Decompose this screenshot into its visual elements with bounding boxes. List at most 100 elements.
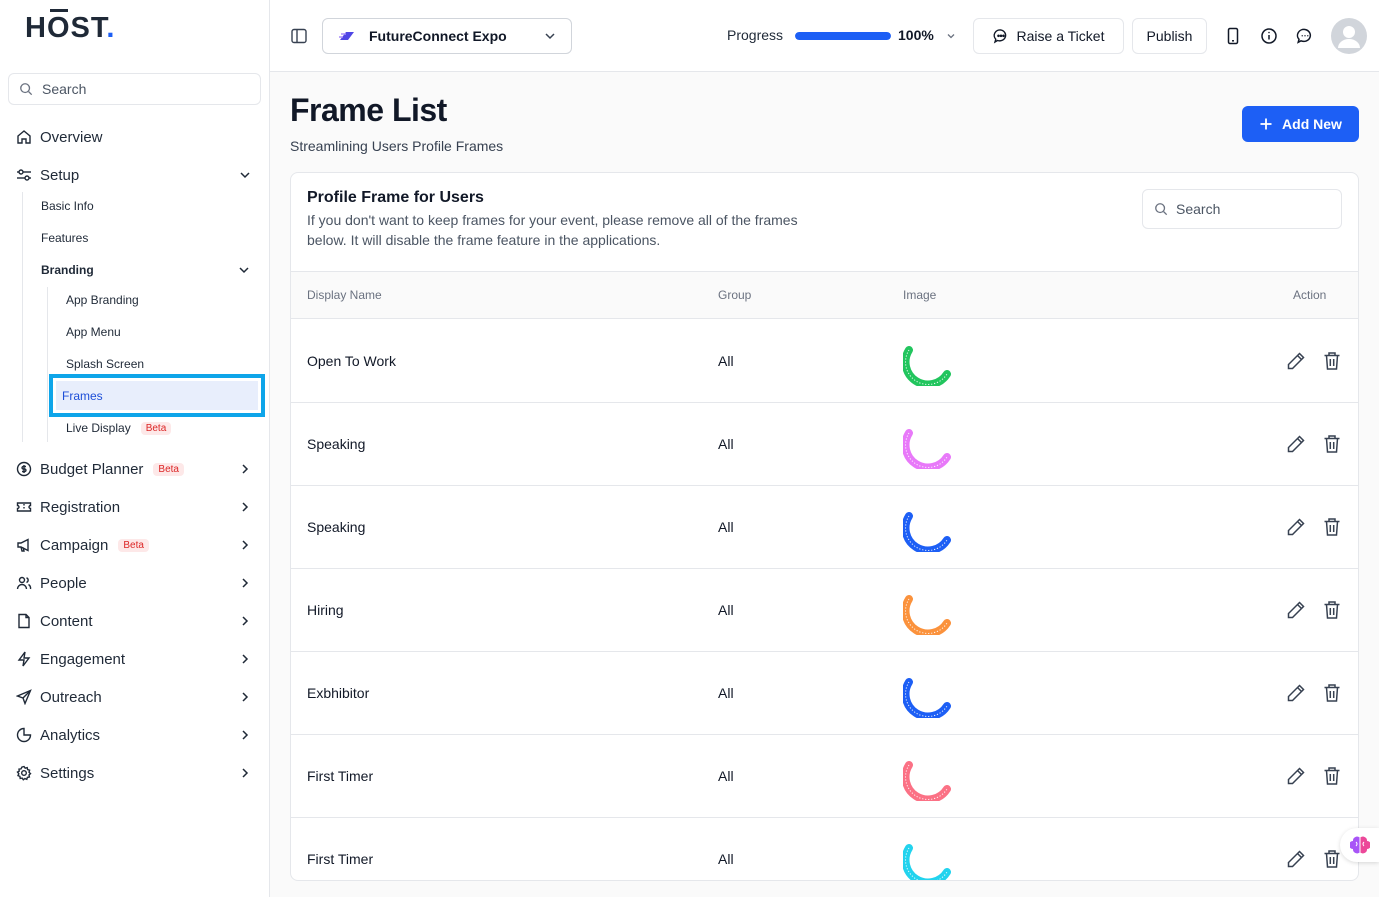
chat-bubble-icon bbox=[993, 29, 1006, 44]
sidebar-toggle-icon[interactable] bbox=[290, 27, 308, 45]
sidebar-item-outreach[interactable]: Outreach bbox=[16, 685, 256, 709]
send-icon bbox=[16, 689, 32, 705]
sidebar-item-label: Settings bbox=[40, 764, 95, 782]
frame-thumbnail-icon[interactable] bbox=[903, 674, 951, 718]
info-icon[interactable] bbox=[1260, 27, 1278, 45]
trash-icon[interactable] bbox=[1323, 766, 1341, 786]
row-display-name: Speaking bbox=[307, 436, 366, 452]
sidebar-item-setup[interactable]: Setup bbox=[16, 163, 256, 187]
progress-dropdown-chevron-icon[interactable] bbox=[945, 30, 957, 42]
sidebar-item-live-display[interactable]: Live Display Beta bbox=[66, 418, 172, 438]
chevron-right-icon bbox=[242, 464, 249, 474]
mobile-preview-icon[interactable] bbox=[1224, 27, 1242, 45]
chevron-right-icon bbox=[242, 768, 249, 778]
messages-icon[interactable] bbox=[1296, 27, 1314, 45]
progress-value: 100% bbox=[898, 27, 934, 43]
sidebar-search-input[interactable] bbox=[42, 81, 242, 97]
row-group: All bbox=[718, 685, 734, 701]
edit-pencil-icon[interactable] bbox=[1286, 517, 1306, 537]
chevron-down-icon bbox=[240, 172, 250, 179]
ai-assistant-button[interactable] bbox=[1340, 828, 1379, 862]
sidebar-item-splash-screen[interactable]: Splash Screen bbox=[66, 354, 144, 374]
row-group: All bbox=[718, 602, 734, 618]
home-icon bbox=[17, 130, 31, 144]
column-header-display-name[interactable]: Display Name bbox=[307, 288, 382, 302]
raise-ticket-button[interactable]: Raise a Ticket bbox=[973, 18, 1124, 54]
event-selector[interactable]: FutureConnect Expo bbox=[322, 18, 572, 54]
page-title: Frame List bbox=[290, 92, 447, 128]
table-row: Exbhibitor All bbox=[291, 652, 1358, 735]
frame-thumbnail-icon[interactable] bbox=[903, 757, 951, 801]
trash-icon[interactable] bbox=[1323, 434, 1341, 454]
table-row: First Timer All bbox=[291, 735, 1358, 818]
chevron-right-icon bbox=[242, 616, 249, 626]
table-row: Open To Work All bbox=[291, 320, 1358, 403]
column-header-group[interactable]: Group bbox=[718, 288, 751, 302]
sidebar-item-app-menu[interactable]: App Menu bbox=[66, 322, 121, 342]
megaphone-icon bbox=[17, 538, 29, 552]
row-group: All bbox=[718, 851, 734, 867]
avatar[interactable] bbox=[1331, 18, 1367, 54]
frame-thumbnail-icon[interactable] bbox=[903, 342, 951, 386]
logo-text: HOST bbox=[25, 9, 107, 44]
sidebar-item-frames[interactable]: Frames bbox=[49, 374, 265, 417]
sidebar-item-campaign[interactable]: Campaign Beta bbox=[16, 533, 256, 557]
row-group: All bbox=[718, 768, 734, 784]
document-icon bbox=[18, 613, 30, 629]
sidebar-item-app-branding[interactable]: App Branding bbox=[66, 290, 139, 310]
frame-thumbnail-icon[interactable] bbox=[903, 591, 951, 635]
edit-pencil-icon[interactable] bbox=[1286, 434, 1306, 454]
row-group: All bbox=[718, 519, 734, 535]
branding-tree-line bbox=[47, 287, 48, 442]
sidebar-item-branding[interactable]: Branding bbox=[41, 260, 255, 280]
row-display-name: Open To Work bbox=[307, 353, 396, 369]
column-header-action: Action bbox=[1293, 288, 1327, 302]
event-name: FutureConnect Expo bbox=[369, 28, 507, 44]
chevron-right-icon bbox=[242, 578, 249, 588]
chevron-right-icon bbox=[242, 540, 249, 550]
sidebar-item-settings[interactable]: Settings bbox=[16, 761, 256, 785]
user-avatar-icon bbox=[1338, 26, 1360, 48]
frame-thumbnail-icon[interactable] bbox=[903, 840, 951, 881]
sidebar-item-overview[interactable]: Overview bbox=[16, 125, 256, 149]
publish-label: Publish bbox=[1146, 28, 1193, 44]
trash-icon[interactable] bbox=[1323, 683, 1341, 703]
frame-thumbnail-icon[interactable] bbox=[903, 508, 951, 552]
top-bar: FutureConnect Expo Progress 100% Raise a… bbox=[270, 0, 1379, 72]
sidebar-item-engagement[interactable]: Engagement bbox=[16, 647, 256, 671]
host-logo[interactable]: HOST. bbox=[25, 9, 115, 45]
sidebar-item-analytics[interactable]: Analytics bbox=[16, 723, 256, 747]
edit-pencil-icon[interactable] bbox=[1286, 849, 1306, 869]
beta-badge: Beta bbox=[118, 538, 149, 552]
sidebar-item-content[interactable]: Content bbox=[16, 609, 256, 633]
sidebar-item-label: Registration bbox=[40, 498, 121, 516]
sidebar-item-label: Branding bbox=[41, 263, 94, 277]
lightning-icon bbox=[17, 651, 31, 667]
sidebar-item-features[interactable]: Features bbox=[41, 228, 88, 248]
sidebar-search bbox=[8, 73, 261, 105]
sidebar-item-label: Campaign bbox=[40, 536, 109, 554]
trash-icon[interactable] bbox=[1323, 351, 1341, 371]
row-group: All bbox=[718, 436, 734, 452]
frame-search-input[interactable] bbox=[1176, 201, 1336, 217]
edit-pencil-icon[interactable] bbox=[1286, 600, 1306, 620]
frame-search bbox=[1142, 189, 1342, 229]
add-new-button[interactable]: Add New bbox=[1242, 106, 1359, 142]
edit-pencil-icon[interactable] bbox=[1286, 351, 1306, 371]
sidebar-item-label: People bbox=[40, 574, 87, 592]
edit-pencil-icon[interactable] bbox=[1286, 766, 1306, 786]
sidebar-item-registration[interactable]: Registration bbox=[16, 495, 256, 519]
sidebar-item-label: Overview bbox=[40, 128, 103, 146]
frame-thumbnail-icon[interactable] bbox=[903, 425, 951, 469]
sidebar-item-people[interactable]: People bbox=[16, 571, 256, 595]
sidebar-item-budget-planner[interactable]: Budget Planner Beta bbox=[16, 457, 256, 481]
trash-icon[interactable] bbox=[1323, 517, 1341, 537]
publish-button[interactable]: Publish bbox=[1132, 18, 1207, 54]
sidebar-item-basic-info[interactable]: Basic Info bbox=[41, 196, 94, 216]
row-display-name: Exbhibitor bbox=[307, 685, 370, 701]
edit-pencil-icon[interactable] bbox=[1286, 683, 1306, 703]
chevron-right-icon bbox=[242, 502, 249, 512]
sidebar-item-label: Analytics bbox=[40, 726, 101, 744]
trash-icon[interactable] bbox=[1323, 600, 1341, 620]
trash-icon[interactable] bbox=[1323, 849, 1341, 869]
